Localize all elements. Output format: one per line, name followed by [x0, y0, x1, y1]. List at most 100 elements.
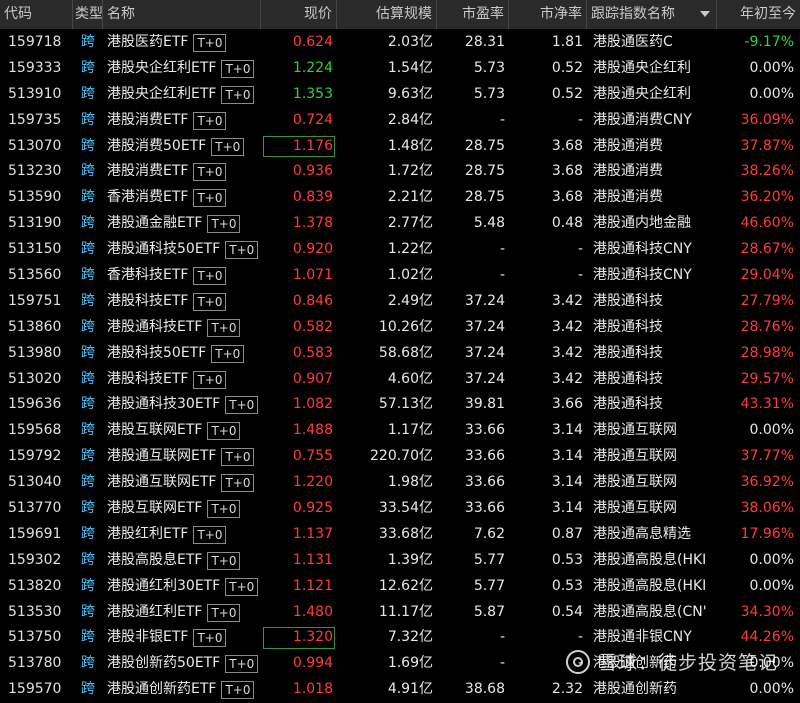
sort-down-icon[interactable] — [700, 11, 710, 17]
table-row[interactable]: 159636 跨港股通科技30ETF T+0 1.082 57.13亿 39.81 3.66… — [0, 392, 800, 418]
row-type-badge: 跨 — [81, 292, 95, 309]
row-name: 港股互联网ETF T+0 — [103, 418, 261, 444]
t0-tag: T+0 — [207, 215, 241, 234]
table-row[interactable]: 513020 跨港股科技ETF T+0 0.907 4.60亿 37.24 3.42 港股通科… — [0, 367, 800, 393]
row-type-badge: 跨 — [81, 241, 95, 258]
table-row[interactable]: 513190 跨港股通金融ETF T+0 1.378 2.77亿 5.48 0.48 港股通内… — [0, 211, 800, 237]
row-ytd: 28.67% — [740, 241, 794, 258]
t0-tag: T+0 — [193, 33, 227, 52]
row-name: 港股非银ETF T+0 — [103, 625, 261, 651]
row-index: 港股通医药C — [593, 34, 673, 50]
header-scale[interactable]: 估算规模 — [337, 0, 437, 29]
row-type-badge: 跨 — [81, 189, 95, 206]
row-index: 港股通科技 — [593, 396, 663, 413]
row-name-label: 港股央企红利ETF — [107, 85, 217, 102]
row-pb: - — [577, 241, 583, 258]
row-price: 1.071 — [292, 267, 333, 284]
table-row[interactable]: 513980 跨港股科技50ETF T+0 0.583 58.68亿 37.24 3.42 港… — [0, 341, 800, 367]
header-pb[interactable]: 市净率 — [509, 0, 587, 29]
header-code[interactable]: 代码 — [0, 0, 73, 29]
header-price[interactable]: 现价 — [261, 0, 337, 29]
row-name-label: 港股非银ETF — [107, 629, 189, 646]
row-scale: 1.54亿 — [387, 59, 433, 76]
row-code: 513560 — [8, 267, 62, 284]
row-pe: 37.24 — [464, 370, 505, 387]
table-row[interactable]: 159570 跨港股通创新药ETF T+0 1.018 4.91亿 38.68 2.32 港股… — [0, 677, 800, 703]
header-type[interactable]: 类型 — [73, 0, 103, 29]
row-name-label: 港股通金融ETF — [107, 215, 203, 232]
row-pb: 0.48 — [551, 215, 583, 232]
row-pb: 0.52 — [551, 85, 583, 102]
row-price: 1.137 — [292, 525, 333, 542]
t0-tag: T+0 — [221, 85, 255, 104]
row-name-label: 港股科技50ETF — [107, 344, 207, 361]
row-code: 159636 — [8, 396, 62, 413]
row-type-badge: 跨 — [81, 577, 95, 594]
row-scale: 10.26亿 — [378, 318, 433, 335]
row-index: 港股通高股息(HKI — [593, 577, 707, 594]
row-type-badge: 跨 — [81, 448, 95, 465]
table-row[interactable]: 513230 跨港股消费ETF T+0 0.936 1.72亿 28.75 3.68 港股通消… — [0, 159, 800, 185]
t0-tag: T+0 — [225, 396, 259, 415]
t0-tag: T+0 — [193, 525, 227, 544]
table-row[interactable]: 159568 跨港股互联网ETF T+0 1.488 1.17亿 33.66 3.14 港股通… — [0, 418, 800, 444]
table-row[interactable]: 159691 跨港股红利ETF T+0 1.137 33.68亿 7.62 0.87 港股通高… — [0, 522, 800, 548]
table-row[interactable]: 159718 跨港股医药ETF T+0 0.624 2.03亿 28.31 1.81 港股通医… — [0, 30, 800, 56]
t0-tag: T+0 — [207, 318, 241, 337]
header-name[interactable]: 名称 — [103, 0, 261, 29]
table-row[interactable]: 159333 跨港股央企红利ETF T+0 1.224 1.54亿 5.73 0.52 港股通… — [0, 56, 800, 82]
row-pb: 0.53 — [551, 551, 583, 568]
row-price: 0.582 — [292, 318, 333, 335]
t0-tag: T+0 — [193, 370, 227, 389]
table-row[interactable]: 159302 跨港股高股息ETF T+0 1.131 1.39亿 5.77 0.53 港股通高… — [0, 548, 800, 574]
table-row[interactable]: 513860 跨港股通科技ETF T+0 0.582 10.26亿 37.24 3.42 港股… — [0, 315, 800, 341]
row-code: 159735 — [8, 111, 62, 128]
row-name: 港股通互联网ETF T+0 — [103, 444, 261, 470]
row-type-badge: 跨 — [81, 344, 95, 361]
row-index: 港股通消费 — [593, 137, 663, 154]
row-code: 513150 — [8, 241, 62, 258]
header-pe[interactable]: 市盈率 — [437, 0, 509, 29]
row-pe: 7.62 — [473, 525, 505, 542]
row-scale: 4.91亿 — [387, 681, 433, 698]
row-index: 港股通科技 — [593, 370, 663, 387]
row-name: 港股高股息ETF T+0 — [103, 548, 261, 574]
row-pe: 5.48 — [473, 215, 505, 232]
row-type-badge: 跨 — [81, 681, 95, 698]
table-row[interactable]: 513910 跨港股央企红利ETF T+0 1.353 9.63亿 5.73 0.52 港股通… — [0, 82, 800, 108]
row-index: 港股通高股息(HKI — [593, 551, 707, 568]
table-row[interactable]: 513040 跨港股通互联网ETF T+0 1.220 1.98亿 33.66 3.14 港股… — [0, 470, 800, 496]
table-row[interactable]: 159751 跨港股科技ETF T+0 0.846 2.49亿 37.24 3.42 港股通科… — [0, 289, 800, 315]
row-scale: 1.72亿 — [387, 163, 433, 180]
row-name-label: 香港科技ETF — [107, 267, 189, 284]
row-name: 港股消费50ETF T+0 — [103, 134, 261, 160]
table-row[interactable]: 513560 跨香港科技ETF T+0 1.071 1.02亿 - - 港股通科技CNY 29.… — [0, 263, 800, 289]
row-price: 1.480 — [292, 603, 333, 620]
table-row[interactable]: 159792 跨港股通互联网ETF T+0 0.755 220.70亿 33.66 3.14… — [0, 444, 800, 470]
header-index-label: 跟踪指数名称 — [591, 6, 675, 22]
row-scale: 1.48亿 — [387, 137, 433, 154]
table-row[interactable]: 513770 跨港股互联网ETF T+0 0.925 33.54亿 33.66 3.14 港股… — [0, 496, 800, 522]
header-index[interactable]: 跟踪指数名称 — [587, 0, 717, 29]
row-code: 513020 — [8, 370, 62, 387]
table-row[interactable]: 513590 跨香港消费ETF T+0 0.839 2.21亿 28.75 3.68 港股通消… — [0, 185, 800, 211]
table-row[interactable]: 513820 跨港股通红利30ETF T+0 1.121 12.62亿 5.77 0.53 港… — [0, 574, 800, 600]
row-name: 港股通红利ETF T+0 — [103, 600, 261, 626]
row-type-badge: 跨 — [81, 422, 95, 439]
row-scale: 33.68亿 — [378, 525, 433, 542]
row-ytd: 43.31% — [740, 396, 794, 413]
row-name-label: 港股通红利30ETF — [107, 577, 221, 594]
table-row[interactable]: 159735 跨港股消费ETF T+0 0.724 2.84亿 - - 港股通消费CNY 36.… — [0, 108, 800, 134]
watermark-text: 雪球：徒步投资笔记 — [597, 652, 778, 674]
row-scale: 1.39亿 — [387, 551, 433, 568]
row-index: 港股通科技CNY — [593, 267, 692, 284]
table-row[interactable]: 513150 跨港股通科技50ETF T+0 0.920 1.22亿 - - 港股通科技CNY… — [0, 237, 800, 263]
row-code: 513770 — [8, 500, 62, 517]
row-pe: 37.24 — [464, 344, 505, 361]
row-type-badge: 跨 — [81, 500, 95, 517]
table-row[interactable]: 513530 跨港股通红利ETF T+0 1.480 11.17亿 5.87 0.54 港股通… — [0, 600, 800, 626]
header-ytd[interactable]: 年初至今 — [717, 0, 800, 29]
row-type-badge: 跨 — [81, 603, 95, 620]
table-row[interactable]: 513070 跨港股消费50ETF T+0 1.176 1.48亿 28.75 3.68 港股… — [0, 134, 800, 160]
row-name-label: 港股通科技50ETF — [107, 241, 221, 258]
